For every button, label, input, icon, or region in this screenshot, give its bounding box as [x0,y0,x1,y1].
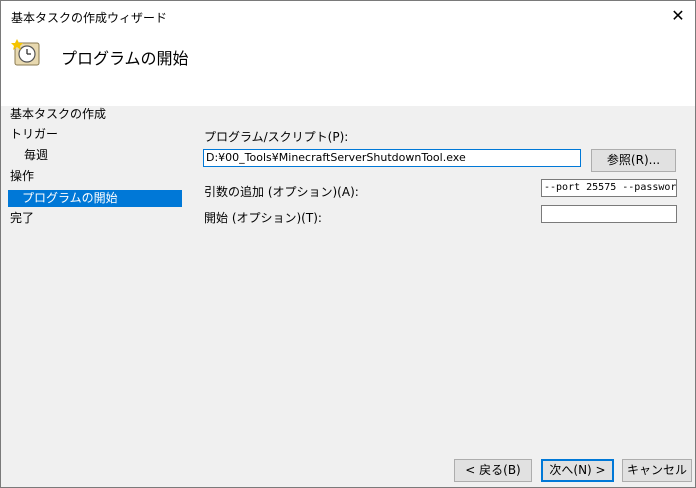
start-in-label: 開始 (オプション)(T): [204,211,322,225]
wizard-window: 基本タスクの作成ウィザード ✕ プログラムの開始 基本タスクの作成 トリガー 毎… [0,0,696,488]
browse-button[interactable]: 参照(R)... [591,149,676,172]
nav-item-trigger[interactable]: トリガー [10,126,58,143]
title-bar: 基本タスクの作成ウィザード ✕ [1,1,695,31]
arguments-input[interactable]: --port 25575 --password [541,179,677,197]
next-button[interactable]: 次へ(N) > [541,459,614,482]
nav-item-weekly[interactable]: 毎週 [24,147,48,164]
wizard-content: プログラム/スクリプト(P): D:¥00_Tools¥MinecraftSer… [191,106,691,487]
wizard-body: 基本タスクの作成 トリガー 毎週 操作 プログラムの開始 完了 プログラム/スク… [1,106,695,487]
arguments-label: 引数の追加 (オプション)(A): [204,185,359,199]
start-in-input[interactable] [541,205,677,223]
back-button[interactable]: < 戻る(B) [454,459,532,482]
nav-item-finish[interactable]: 完了 [10,210,34,227]
nav-item-action[interactable]: 操作 [10,168,34,185]
wizard-steps-nav: 基本タスクの作成 トリガー 毎週 操作 プログラムの開始 完了 [1,106,186,487]
page-title: プログラムの開始 [61,49,189,68]
cancel-button[interactable]: キャンセル [622,459,692,482]
program-script-input[interactable]: D:¥00_Tools¥MinecraftServerShutdownTool.… [203,149,581,167]
wizard-header: プログラムの開始 [1,31,695,106]
close-icon[interactable]: ✕ [667,5,689,27]
nav-item-start-program[interactable]: プログラムの開始 [8,190,182,207]
nav-item-create-basic-task[interactable]: 基本タスクの作成 [10,106,106,123]
task-scheduler-clock-icon [11,39,40,66]
program-script-label: プログラム/スクリプト(P): [204,130,349,144]
window-title: 基本タスクの作成ウィザード [11,11,168,25]
